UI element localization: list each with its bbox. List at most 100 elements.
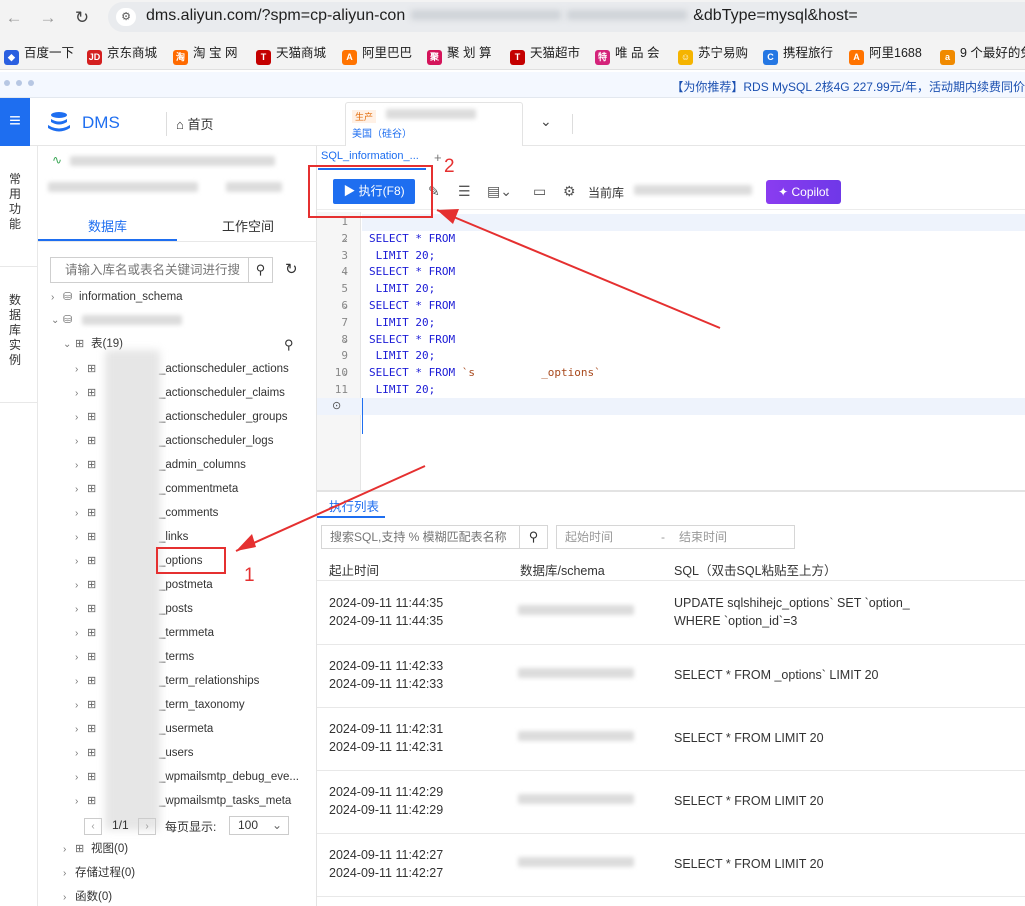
reload-icon[interactable]: ↻ — [70, 6, 94, 30]
sql-template-icon[interactable]: ▤⌄ — [487, 183, 512, 200]
article-icon: a — [940, 50, 955, 65]
table-name: _commentmeta — [159, 483, 239, 495]
url-text[interactable]: dms.aliyun.com/?spm=cp-aliyun-con &dbType… — [146, 7, 858, 25]
code-line[interactable]: LIMIT 20; — [369, 316, 436, 329]
redacted-current-db[interactable] — [634, 185, 752, 195]
code-line[interactable]: SELECT * FROM — [369, 232, 455, 245]
code-line[interactable]: SELECT * FROM — [369, 299, 455, 312]
table-icon: ⊞ — [87, 747, 97, 759]
sql-search-input[interactable] — [321, 525, 520, 549]
database-icon: ⛁ — [63, 314, 73, 326]
forward-icon[interactable]: → — [36, 6, 60, 30]
sql-text[interactable]: WHERE `option_id`=3 — [674, 614, 797, 628]
panel-divider[interactable] — [317, 490, 1025, 492]
tab-workspace[interactable]: 工作空间 — [222, 216, 274, 235]
chevron-down-icon[interactable]: ⌄ — [540, 113, 552, 130]
tree-table-item[interactable]: › ⊞ _term_relationships — [75, 672, 259, 690]
sql-text[interactable]: UPDATE sqlshihejc_options` SET `option_ — [674, 596, 910, 610]
code-line[interactable]: LIMIT 20; — [369, 282, 436, 296]
table-icon: ⊞ — [87, 507, 97, 519]
tree-table-item[interactable]: › ⊞ _admin_columns — [75, 456, 246, 474]
rail-common-functions[interactable]: 常用功能 — [9, 172, 23, 232]
bookmark-tmall-market[interactable]: T 天猫超市 — [510, 44, 580, 65]
table-name: _actionscheduler_logs — [159, 435, 274, 447]
table-icon: ⊞ — [87, 699, 97, 711]
copilot-button[interactable]: ✦ Copilot — [766, 180, 841, 204]
tree-functions[interactable]: › 函数(0) — [63, 888, 112, 906]
promo-text[interactable]: 【为你推荐】RDS MySQL 2核4G 227.99元/年，活动期内续费同价 — [671, 78, 1025, 95]
chart-icon[interactable]: ▭ — [533, 183, 546, 200]
bookmark-suning[interactable]: ☺ 苏宁易购 — [678, 44, 748, 65]
bookmark-vip[interactable]: 特唯 品 会 — [595, 44, 659, 65]
end-time: 2024-09-11 11:42:31 — [329, 740, 444, 754]
home-link[interactable]: ⌂ 首页 — [176, 114, 213, 133]
code-line[interactable]: SELECT * FROM `s _options` — [369, 366, 601, 379]
sql-text[interactable]: SELECT * FROM _options` LIMIT 20 — [674, 668, 878, 682]
code-line[interactable]: LIMIT 20; — [369, 249, 436, 262]
tree-schema-information[interactable]: › ⛁ information_schema — [51, 288, 183, 306]
bookmark-jd[interactable]: JD 京东商城 — [87, 44, 157, 65]
tab-database[interactable]: 数据库 — [88, 216, 127, 235]
tmall-icon: T — [256, 50, 271, 65]
code-line[interactable]: SELECT * FROM — [369, 265, 455, 278]
search-icon[interactable]: ⚲ — [284, 337, 294, 353]
site-info-icon[interactable]: ⚙ — [116, 8, 136, 26]
search-icon[interactable]: ⚲ — [520, 525, 548, 549]
chevron-right-icon: › — [75, 772, 79, 783]
menu-icon[interactable]: ≡ — [0, 98, 30, 146]
code-text: LIMIT 20; — [369, 383, 436, 396]
prev-page-button[interactable]: ‹ — [84, 818, 102, 835]
bookmark-ctrip[interactable]: C 携程旅行 — [763, 44, 833, 65]
rail-db-instances[interactable]: 数据库实例 — [9, 293, 23, 368]
add-tab-icon[interactable]: + — [434, 150, 442, 165]
bookmark-article[interactable]: a9 个最好的免 — [940, 44, 1025, 65]
page-size-select[interactable]: 100 ⌄ — [229, 816, 289, 835]
start-time: 2024-09-11 11:42:31 — [329, 722, 444, 736]
code-text: SELECT * FROM — [369, 265, 456, 279]
bookmark-juhuasuan[interactable]: 聚聚 划 算 — [427, 44, 491, 65]
code-line[interactable]: LIMIT 20; — [369, 383, 436, 396]
fold-chevron-icon[interactable]: ⌄ — [342, 368, 349, 377]
code-text: LIMIT 20; — [369, 282, 436, 296]
next-page-button[interactable]: › — [138, 818, 156, 835]
fold-chevron-icon[interactable]: ⌄ — [342, 301, 349, 310]
ai-icon: ✦ — [778, 185, 792, 199]
table-icon: ⊞ — [87, 459, 97, 471]
tree-schema-current[interactable]: ⌄ ⛁ — [51, 311, 79, 329]
row-divider — [317, 896, 1025, 897]
table-name: _actionscheduler_claims — [159, 387, 285, 399]
tree-procedures[interactable]: › 存储过程(0) — [63, 864, 135, 882]
fold-chevron-icon[interactable]: ⌄ — [342, 335, 349, 344]
code-text: SELECT * FROM — [369, 299, 456, 312]
promo-dot — [4, 80, 10, 86]
back-icon[interactable]: ← — [2, 6, 26, 30]
run-line-icon[interactable]: ⊙ — [332, 399, 341, 412]
chevron-right-icon: › — [75, 724, 79, 735]
date-range-picker[interactable]: 起始时间 - 结束时间 — [556, 525, 795, 549]
fold-chevron-icon[interactable]: ⌄ — [342, 267, 349, 276]
chevron-down-icon: ⌄ — [271, 818, 282, 832]
gear-icon[interactable]: ⚙ — [563, 183, 576, 200]
bookmark-1688[interactable]: A 阿里1688 — [849, 44, 922, 65]
start-time: 2024-09-11 11:44:35 — [329, 596, 444, 610]
code-line[interactable]: SELECT * FROM — [369, 333, 455, 346]
refresh-icon[interactable]: ↻ — [285, 260, 298, 278]
fold-chevron-icon[interactable]: ⌄ — [342, 234, 349, 243]
bookmark-alibaba[interactable]: A 阿里巴巴 — [342, 44, 412, 65]
table-name: _admin_columns — [159, 459, 246, 471]
sql-text[interactable]: SELECT * FROM LIMIT 20 — [674, 794, 824, 808]
db-search-input[interactable] — [50, 257, 249, 283]
sql-text[interactable]: SELECT * FROM LIMIT 20 — [674, 731, 824, 745]
tree-views[interactable]: › ⊞ 视图(0) — [63, 840, 128, 858]
tab-execution-list[interactable]: 执行列表 — [329, 496, 379, 515]
plan-icon[interactable]: ☰ — [458, 183, 471, 200]
bookmark-taobao[interactable]: 淘淘 宝 网 — [173, 44, 237, 65]
search-icon[interactable]: ⚲ — [249, 257, 273, 283]
table-name: _postmeta — [159, 579, 213, 591]
code-line[interactable]: LIMIT 20; — [369, 349, 436, 362]
sql-text[interactable]: SELECT * FROM LIMIT 20 — [674, 857, 824, 871]
bookmark-baidu[interactable]: ◆ 百度一下 — [4, 44, 74, 65]
bookmark-tmall[interactable]: T 天猫商城 — [256, 44, 326, 65]
tab-sql-editor[interactable]: SQL_information_... — [321, 150, 419, 162]
redacted-table-prefixes — [105, 350, 160, 830]
